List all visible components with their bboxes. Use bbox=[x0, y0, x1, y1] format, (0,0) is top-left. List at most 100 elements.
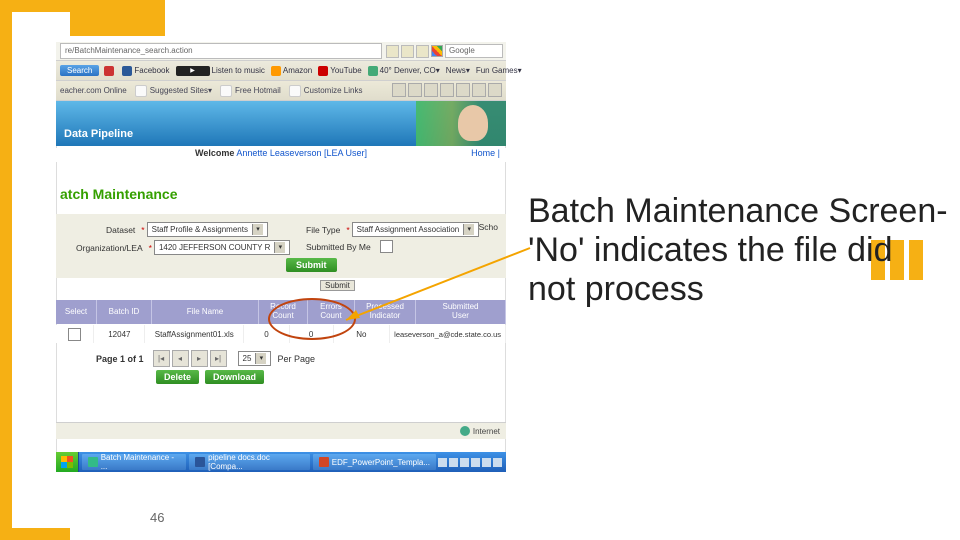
start-button[interactable] bbox=[56, 452, 79, 472]
google-icon bbox=[431, 45, 443, 57]
free-hotmail[interactable]: Free Hotmail bbox=[220, 85, 281, 97]
tray-icon[interactable] bbox=[438, 458, 447, 467]
feed-icon[interactable] bbox=[408, 83, 422, 97]
pager-prev[interactable]: ◂ bbox=[172, 350, 189, 367]
quicklink-music[interactable]: ▶Listen to music bbox=[176, 66, 265, 76]
search-button[interactable]: Search bbox=[60, 65, 99, 76]
quicklink-weather[interactable]: 40° Denver, CO ▾ bbox=[368, 66, 440, 76]
app-title: Data Pipeline bbox=[64, 128, 133, 140]
taskbar-app[interactable]: Batch Maintenance - ... bbox=[82, 454, 186, 470]
youtube-icon bbox=[318, 66, 328, 76]
slide-number: 46 bbox=[150, 510, 164, 525]
windows-taskbar: Batch Maintenance - ... pipeline docs.do… bbox=[56, 452, 506, 472]
filetype-select[interactable]: Staff Assignment Association▾ bbox=[352, 222, 480, 237]
perpage-select[interactable]: 25▾ bbox=[238, 351, 272, 366]
refresh-icon[interactable] bbox=[401, 45, 414, 58]
row-select[interactable] bbox=[56, 325, 94, 343]
ssl-icon bbox=[386, 45, 399, 58]
quicklink-amazon[interactable]: Amazon bbox=[271, 66, 312, 76]
col-errors: Errors Count bbox=[308, 300, 355, 324]
tools-icon[interactable] bbox=[488, 83, 502, 97]
org-label: Organization/LEA bbox=[76, 243, 143, 253]
submit-search-button[interactable]: Submit bbox=[320, 280, 355, 291]
banner-face bbox=[458, 105, 488, 141]
dataset-select[interactable]: Staff Profile & Assignments▾ bbox=[147, 222, 268, 237]
submit-button[interactable]: Submit bbox=[286, 258, 337, 272]
cell-errors: 0 bbox=[290, 325, 334, 343]
stop-icon[interactable] bbox=[416, 45, 429, 58]
row-checkbox[interactable] bbox=[68, 328, 81, 341]
quicklink-facebook[interactable]: Facebook bbox=[122, 66, 169, 76]
tray-icon[interactable] bbox=[482, 458, 491, 467]
chevron-down-icon: ▾ bbox=[255, 353, 266, 364]
cell-processed: No bbox=[334, 325, 391, 343]
pager-first[interactable]: |◂ bbox=[153, 350, 170, 367]
tray-icon[interactable] bbox=[449, 458, 458, 467]
welcome-bar: Welcome Annette Leaseverson [LEA User] H… bbox=[56, 148, 506, 162]
toolbar-button[interactable] bbox=[104, 66, 116, 76]
taskbar-doc1[interactable]: pipeline docs.doc [Compa... bbox=[189, 454, 309, 470]
ppt-icon bbox=[319, 457, 329, 467]
status-bar: Internet bbox=[56, 422, 506, 439]
star-icon bbox=[135, 85, 147, 97]
site-label[interactable]: eacher.com Online bbox=[60, 86, 127, 95]
download-button[interactable]: Download bbox=[205, 370, 264, 384]
quicklink-youtube[interactable]: YouTube bbox=[318, 66, 361, 76]
search-form: Dataset* Staff Profile & Assignments▾ Fi… bbox=[56, 214, 506, 278]
music-icon: ▶ bbox=[176, 66, 210, 76]
cell-record: 0 bbox=[244, 325, 290, 343]
page-menu-icon[interactable] bbox=[456, 83, 470, 97]
action-buttons: Delete Download bbox=[156, 370, 270, 384]
status-text: Internet bbox=[473, 427, 500, 436]
chevron-down-icon: ▾ bbox=[463, 224, 474, 235]
col-batch: Batch ID bbox=[97, 300, 152, 324]
quicklink-news[interactable]: News ▾ bbox=[446, 66, 470, 75]
submitted-by-me-checkbox[interactable] bbox=[380, 240, 393, 253]
perpage-label: Per Page bbox=[277, 354, 315, 364]
pager-text: Page 1 of 1 bbox=[96, 354, 144, 364]
col-file: File Name bbox=[152, 300, 259, 324]
org-select[interactable]: 1420 JEFFERSON COUNTY R▾ bbox=[154, 240, 290, 255]
link-icon bbox=[289, 85, 301, 97]
cell-file: StaffAssignment01.xls bbox=[145, 325, 244, 343]
aol-icon bbox=[104, 66, 114, 76]
delete-button[interactable]: Delete bbox=[156, 370, 199, 384]
tray-icon[interactable] bbox=[460, 458, 469, 467]
amazon-icon bbox=[271, 66, 281, 76]
app-banner: Data Pipeline bbox=[56, 101, 506, 146]
address-bar: re/BatchMaintenance_search.action Google bbox=[56, 42, 506, 61]
tray-icon[interactable] bbox=[493, 458, 502, 467]
tray-icon[interactable] bbox=[471, 458, 480, 467]
col-select: Select bbox=[56, 300, 97, 324]
pager: Page 1 of 1 |◂ ◂ ▸ ▸| 25▾ Per Page bbox=[96, 350, 315, 367]
pager-next[interactable]: ▸ bbox=[191, 350, 208, 367]
facebook-icon bbox=[122, 66, 132, 76]
col-processed: Processed Indicator bbox=[355, 300, 416, 324]
search-engine-field[interactable]: Google bbox=[445, 44, 503, 58]
windows-logo-icon bbox=[61, 456, 73, 468]
url-field[interactable]: re/BatchMaintenance_search.action bbox=[60, 43, 382, 59]
table-row: 12047 StaffAssignment01.xls 0 0 No lease… bbox=[56, 325, 506, 343]
taskbar-doc2[interactable]: EDF_PowerPoint_Templa... bbox=[313, 454, 436, 470]
screenshot-panel: re/BatchMaintenance_search.action Google… bbox=[56, 42, 506, 472]
pager-last[interactable]: ▸| bbox=[210, 350, 227, 367]
quicklink-games[interactable]: Fun Games ▾ bbox=[476, 66, 522, 75]
cell-batch: 12047 bbox=[94, 325, 145, 343]
safety-icon[interactable] bbox=[472, 83, 486, 97]
system-tray bbox=[436, 458, 506, 467]
home-icon[interactable] bbox=[392, 83, 406, 97]
col-user: Submitted User bbox=[416, 300, 506, 324]
quicklinks-bar: Search Facebook ▶Listen to music Amazon … bbox=[56, 61, 506, 81]
home-link[interactable]: Home | bbox=[471, 148, 500, 158]
suggested-sites[interactable]: Suggested Sites ▾ bbox=[135, 85, 212, 97]
chevron-down-icon: ▾ bbox=[274, 242, 285, 253]
mail-icon bbox=[220, 85, 232, 97]
chevron-down-icon: ▾ bbox=[252, 224, 263, 235]
page-tools bbox=[390, 83, 502, 97]
internet-zone-icon bbox=[460, 426, 470, 436]
table-header: Select Batch ID File Name Record Count E… bbox=[56, 300, 506, 324]
customize-links[interactable]: Customize Links bbox=[289, 85, 363, 97]
mail-icon[interactable] bbox=[424, 83, 438, 97]
welcome-user: Annette Leaseverson [LEA User] bbox=[236, 148, 367, 158]
print-icon[interactable] bbox=[440, 83, 454, 97]
